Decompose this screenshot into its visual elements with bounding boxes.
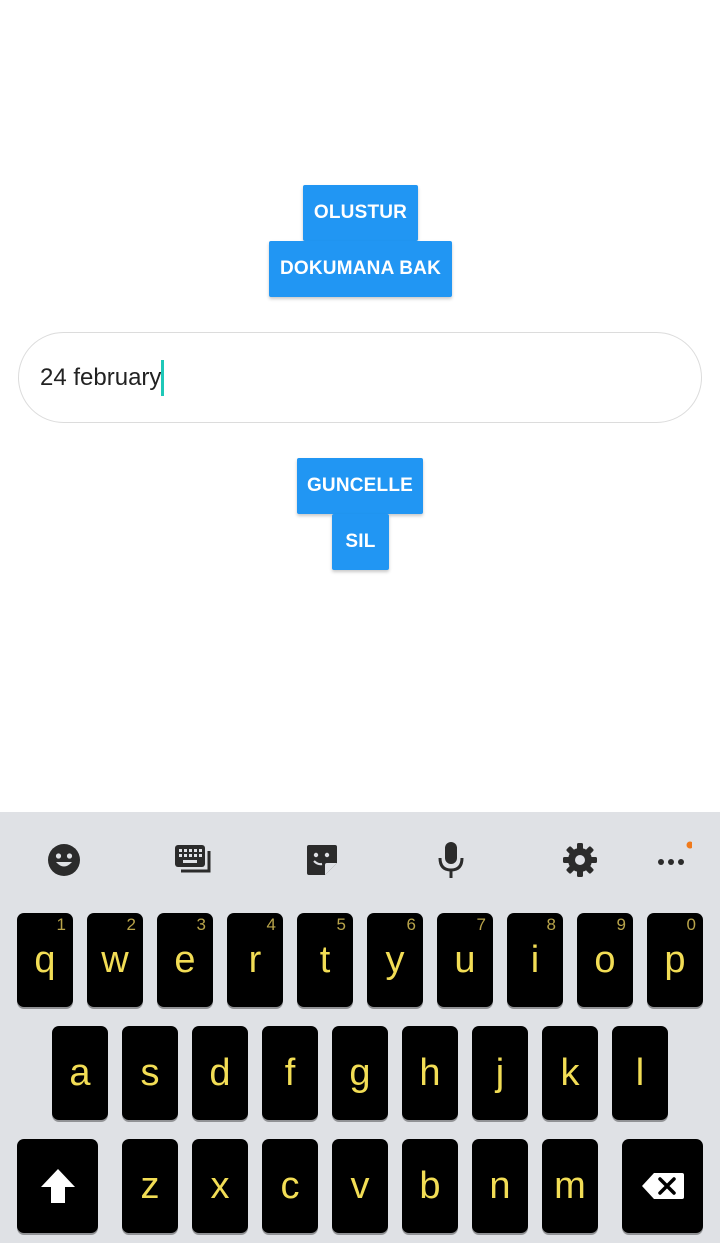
key-label: q	[34, 938, 56, 981]
key-label: c	[280, 1164, 300, 1207]
key-label: t	[319, 938, 331, 981]
keyboard-toolbar	[0, 812, 720, 910]
date-input[interactable]: 24 february	[18, 332, 702, 423]
key-d[interactable]: d	[192, 1026, 248, 1120]
key-label: l	[635, 1051, 645, 1094]
view-document-button[interactable]: DOKUMANA BAK	[269, 241, 452, 297]
text-caret	[161, 359, 165, 396]
key-o[interactable]: 9o	[577, 913, 633, 1007]
key-p[interactable]: 0p	[647, 913, 703, 1007]
shift-icon	[40, 1169, 75, 1203]
soft-keyboard: 1q 2w 3e 4r 5t 6y 7u 8i 9o 0p a s d f g …	[0, 812, 720, 1243]
key-label: f	[284, 1051, 296, 1094]
key-hint: 1	[56, 915, 66, 934]
key-hint: 8	[546, 915, 556, 934]
key-hint: 4	[266, 915, 276, 934]
key-label: n	[489, 1164, 511, 1207]
key-label: h	[419, 1051, 441, 1094]
key-hint: 6	[406, 915, 416, 934]
key-s[interactable]: s	[122, 1026, 178, 1120]
sticker-icon[interactable]	[302, 840, 342, 880]
key-label: u	[454, 938, 476, 981]
key-i[interactable]: 8i	[507, 913, 563, 1007]
key-label: x	[210, 1164, 230, 1207]
key-label: y	[385, 938, 405, 981]
emoji-icon[interactable]	[44, 840, 84, 880]
key-j[interactable]: j	[472, 1026, 528, 1120]
key-label: e	[174, 938, 196, 981]
key-label: r	[248, 938, 262, 981]
update-button[interactable]: GUNCELLE	[297, 458, 423, 514]
key-label: o	[594, 938, 616, 981]
key-label: a	[69, 1051, 91, 1094]
key-hint: 2	[126, 915, 136, 934]
date-input-value: 24 february	[40, 363, 162, 391]
key-a[interactable]: a	[52, 1026, 108, 1120]
key-x[interactable]: x	[192, 1139, 248, 1233]
key-label: m	[554, 1164, 586, 1207]
backspace-key[interactable]	[622, 1139, 703, 1233]
key-u[interactable]: 7u	[437, 913, 493, 1007]
key-label: w	[101, 938, 129, 981]
notification-dot	[686, 841, 692, 849]
key-m[interactable]: m	[542, 1139, 598, 1233]
gear-icon[interactable]	[560, 840, 600, 880]
key-e[interactable]: 3e	[157, 913, 213, 1007]
key-label: b	[419, 1164, 441, 1207]
microphone-icon[interactable]	[431, 840, 471, 880]
key-q[interactable]: 1q	[17, 913, 73, 1007]
key-t[interactable]: 5t	[297, 913, 353, 1007]
key-label: z	[140, 1164, 160, 1207]
key-b[interactable]: b	[402, 1139, 458, 1233]
key-k[interactable]: k	[542, 1026, 598, 1120]
key-hint: 5	[336, 915, 346, 934]
key-hint: 9	[616, 915, 626, 934]
key-label: p	[664, 938, 686, 981]
more-icon[interactable]	[652, 840, 692, 880]
key-y[interactable]: 6y	[367, 913, 423, 1007]
keyboard-switch-icon[interactable]	[173, 840, 213, 880]
app-screen: OLUSTUR DOKUMANA BAK 24 february GUNCELL…	[0, 0, 720, 1243]
key-hint: 0	[686, 915, 696, 934]
key-g[interactable]: g	[332, 1026, 388, 1120]
key-label: j	[495, 1051, 505, 1094]
key-h[interactable]: h	[402, 1026, 458, 1120]
key-r[interactable]: 4r	[227, 913, 283, 1007]
key-l[interactable]: l	[612, 1026, 668, 1120]
key-label: s	[140, 1051, 160, 1094]
key-label: k	[560, 1051, 580, 1094]
create-button[interactable]: OLUSTUR	[303, 185, 418, 241]
key-hint: 7	[476, 915, 486, 934]
key-n[interactable]: n	[472, 1139, 528, 1233]
key-w[interactable]: 2w	[87, 913, 143, 1007]
key-c[interactable]: c	[262, 1139, 318, 1233]
key-hint: 3	[196, 915, 206, 934]
shift-key[interactable]	[17, 1139, 98, 1233]
key-label: v	[350, 1164, 370, 1207]
key-z[interactable]: z	[122, 1139, 178, 1233]
key-f[interactable]: f	[262, 1026, 318, 1120]
key-label: d	[209, 1051, 231, 1094]
backspace-icon	[641, 1173, 684, 1199]
delete-button[interactable]: SIL	[332, 514, 389, 570]
key-label: i	[530, 938, 540, 981]
key-label: g	[349, 1051, 371, 1094]
key-v[interactable]: v	[332, 1139, 388, 1233]
